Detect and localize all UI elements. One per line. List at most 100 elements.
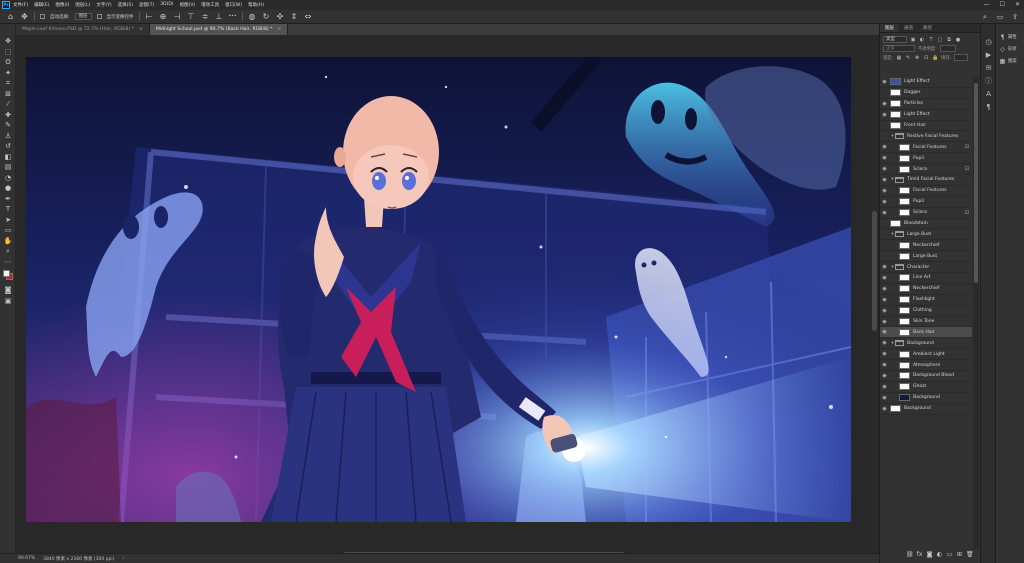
layer-thumbnail[interactable] [890, 78, 901, 86]
menu-item[interactable]: 编辑(E) [34, 2, 49, 8]
canvas-area[interactable] [16, 35, 879, 553]
visibility-eye-icon[interactable]: ◉ [880, 208, 889, 218]
layer-thumbnail[interactable] [890, 111, 901, 119]
visibility-eye-icon[interactable] [880, 121, 889, 131]
tab-maple-leaf-kimono[interactable]: Maple Leaf Kimono.PSD @ 72.7% (Hair, RGB… [16, 24, 150, 35]
layer-row[interactable]: ◉ Facial Features [880, 186, 972, 197]
layer-row[interactable]: ◉ Background Blood [880, 371, 972, 382]
layer-row[interactable]: ◉ Light Effect [880, 110, 972, 121]
visibility-eye-icon[interactable] [880, 240, 889, 250]
search-icon[interactable]: ⌕ [980, 12, 990, 22]
layer-thumbnail[interactable] [899, 372, 910, 380]
layer-thumbnail[interactable] [890, 100, 901, 108]
status-arrow[interactable]: › [122, 556, 124, 561]
history-icon[interactable]: ◷ [981, 36, 996, 49]
zoom-tool-icon[interactable]: ⌕ [0, 246, 16, 257]
layer-filter-select[interactable]: 类型 [883, 36, 907, 43]
transform-controls-checkbox[interactable] [96, 14, 102, 19]
vertical-scrollbar[interactable] [871, 36, 878, 552]
menu-item[interactable]: 文字(Y) [96, 2, 111, 8]
link-layers-icon[interactable]: ⛓ [906, 551, 914, 558]
side-panel-item[interactable]: ¶ 属性 [996, 31, 1024, 43]
layer-row[interactable]: ◉ Neckerchief [880, 284, 972, 295]
layer-row[interactable]: ◉ Skin Tone [880, 317, 972, 328]
filter-adjustment-icon[interactable]: ◐ [919, 37, 925, 43]
layer-row[interactable]: ◉ Sclera ⊡ [880, 208, 972, 219]
paragraph-icon[interactable]: ¶ [981, 101, 996, 114]
healing-brush-tool-icon[interactable]: ✚ [0, 110, 16, 121]
layer-row[interactable]: ◉ Background [880, 404, 972, 415]
align-top-icon[interactable]: ⊤ [187, 12, 196, 21]
layer-thumbnail[interactable] [899, 209, 910, 217]
home-icon[interactable]: ⌂ [6, 12, 15, 21]
layer-thumbnail[interactable] [899, 165, 910, 173]
menu-item[interactable]: 帮助(H) [248, 2, 264, 8]
visibility-eye-icon[interactable]: ◉ [880, 317, 889, 327]
lasso-tool-icon[interactable]: ʘ [0, 57, 16, 68]
dodge-tool-icon[interactable]: ● [0, 183, 16, 194]
share-icon[interactable]: ⇪ [1010, 12, 1020, 22]
align-bottom-icon[interactable]: ⊥ [215, 12, 224, 21]
visibility-eye-icon[interactable]: ◉ [880, 284, 889, 294]
hand-tool-icon[interactable]: ✋ [0, 236, 16, 247]
layer-thumbnail[interactable] [899, 274, 910, 282]
close-tab-icon[interactable]: × [277, 27, 281, 32]
autoselect-target-select[interactable]: 图层 [74, 13, 92, 20]
visibility-eye-icon[interactable]: ◉ [880, 327, 889, 337]
layer-group[interactable]: ◉ ▾ Timid Facial Features [880, 175, 972, 186]
menu-item[interactable]: 图像(I) [55, 2, 69, 8]
visibility-eye-icon[interactable]: ◉ [880, 153, 889, 163]
brush-tool-icon[interactable]: ✎ [0, 120, 16, 131]
frame-tool-icon[interactable]: ⊠ [0, 89, 16, 100]
layer-group[interactable]: ▾ Restive Facial Features [880, 131, 972, 143]
workspace-icon[interactable]: ▭ [995, 12, 1005, 22]
eraser-tool-icon[interactable]: ◧ [0, 152, 16, 163]
layer-row[interactable]: ◉ Flashlight [880, 295, 972, 306]
visibility-eye-icon[interactable]: ◉ [880, 295, 889, 305]
layer-row[interactable]: ◉ Ambient Light [880, 349, 972, 361]
visibility-eye-icon[interactable]: ◉ [880, 404, 889, 414]
layer-thumbnail[interactable] [899, 198, 910, 206]
filter-shape-icon[interactable]: ▢ [937, 37, 943, 43]
lock-position-icon[interactable]: ✥ [914, 55, 920, 61]
layer-row[interactable]: Neckerchief [880, 240, 972, 252]
move-tool-icon[interactable]: ✥ [0, 36, 16, 47]
layer-row[interactable]: ◉ Pupil [880, 153, 972, 165]
layer-group[interactable]: ▾ Large Bust [880, 229, 972, 241]
layer-row[interactable]: ◉ Light Effect [880, 77, 972, 88]
layer-row[interactable]: Front Hair [880, 121, 972, 132]
path-selection-tool-icon[interactable]: ➤ [0, 215, 16, 226]
opacity-field[interactable] [939, 45, 956, 52]
fill-field[interactable] [954, 54, 969, 61]
filter-type-icon[interactable]: T [928, 37, 934, 43]
visibility-eye-icon[interactable]: ◉ [880, 77, 889, 87]
comments-icon[interactable]: ✉ [981, 62, 996, 75]
layer-thumbnail[interactable] [899, 187, 910, 195]
drag-3d-icon[interactable]: ✣ [276, 12, 285, 21]
visibility-eye-icon[interactable]: ◉ [880, 99, 889, 109]
layer-thumbnail[interactable] [899, 252, 910, 260]
layer-thumbnail[interactable] [899, 328, 910, 336]
layer-row[interactable]: ◉ Facial Features ⊡ [880, 142, 972, 154]
menu-item[interactable]: 图层(L) [75, 2, 90, 8]
layer-thumbnail[interactable] [890, 220, 901, 228]
layer-row[interactable]: Bloodstain [880, 219, 972, 230]
lock-transparent-icon[interactable]: ▦ [896, 55, 902, 61]
rectangle-tool-icon[interactable]: ▭ [0, 225, 16, 236]
visibility-eye-icon[interactable] [880, 251, 889, 261]
pen-tool-icon[interactable]: ✒ [0, 194, 16, 205]
delete-layer-icon[interactable]: 🗑 [966, 551, 974, 558]
vertical-scroll-thumb[interactable] [872, 211, 877, 331]
lock-image-icon[interactable]: ✎ [905, 55, 911, 61]
visibility-eye-icon[interactable]: ◉ [880, 371, 889, 381]
layer-row[interactable]: ◉ Line Art [880, 273, 972, 284]
menu-item[interactable]: 选择(S) [118, 2, 133, 8]
info-icon[interactable]: ⓘ [981, 75, 996, 88]
align-center-icon[interactable]: ⊕ [159, 12, 168, 21]
visibility-eye-icon[interactable] [880, 131, 889, 141]
layer-thumbnail[interactable] [890, 89, 901, 97]
layer-row[interactable]: ◉ Pupil [880, 197, 972, 208]
layer-row[interactable]: ◉ Particles [880, 99, 972, 110]
layer-thumbnail[interactable] [899, 394, 910, 402]
layer-group[interactable]: ◉ ▾ Character [880, 262, 972, 274]
